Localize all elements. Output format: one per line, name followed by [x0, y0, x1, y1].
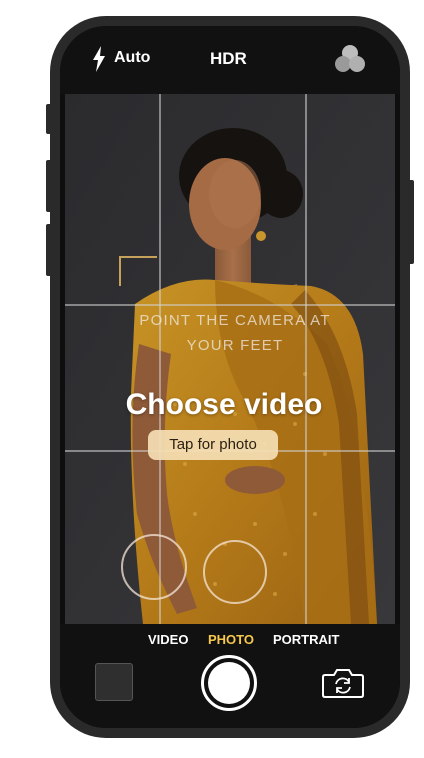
- shutter-icon: [208, 662, 250, 704]
- grid-line-v2: [305, 94, 307, 624]
- flash-icon[interactable]: [92, 46, 106, 72]
- instruction-line-1: POINT THE CAMERA AT: [139, 312, 331, 329]
- mode-photo[interactable]: PHOTO: [208, 632, 254, 647]
- touch-indicator-right: [203, 540, 267, 604]
- switch-camera-icon[interactable]: [321, 667, 365, 699]
- volume-down-button: [46, 224, 52, 276]
- top-controls: Auto HDR: [60, 26, 400, 94]
- volume-up-button: [46, 160, 52, 212]
- instruction-line-2: YOUR FEET: [186, 337, 284, 354]
- action-button: [46, 104, 52, 134]
- choose-video-label[interactable]: Choose video: [65, 388, 383, 422]
- viewfinder[interactable]: POINT THE CAMERA AT YOUR FEET Choose vid…: [65, 94, 395, 624]
- bottom-controls: VIDEO PHOTO PORTRAIT: [60, 624, 400, 728]
- shutter-button[interactable]: [201, 655, 257, 711]
- grid-line-h1: [65, 304, 395, 306]
- instruction-text: POINT THE CAMERA AT YOUR FEET: [95, 308, 375, 358]
- mode-video[interactable]: VIDEO: [148, 632, 188, 647]
- camera-screen: Auto HDR POINT THE CAMERA AT YOUR FEET C…: [60, 26, 400, 728]
- gallery-thumbnail[interactable]: [95, 663, 133, 701]
- filters-icon[interactable]: [334, 44, 366, 74]
- mode-portrait[interactable]: PORTRAIT: [273, 632, 339, 647]
- flash-mode-label[interactable]: Auto: [114, 49, 150, 67]
- power-button: [408, 180, 414, 264]
- touch-indicator-left: [121, 534, 187, 600]
- focus-bracket: [119, 256, 157, 286]
- tap-for-photo-button[interactable]: Tap for photo: [148, 430, 278, 460]
- hdr-toggle[interactable]: HDR: [210, 49, 247, 69]
